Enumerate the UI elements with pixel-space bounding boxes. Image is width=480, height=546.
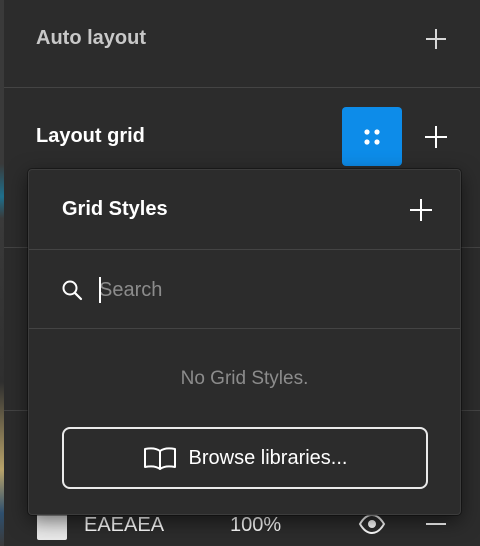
popover-divider: [29, 328, 460, 329]
grid-styles-icon: [364, 128, 380, 145]
design-panel-screenshot: Auto layout Layout grid EAEAEA 100% Grid…: [0, 0, 480, 546]
grid-styles-button[interactable]: [342, 107, 402, 166]
fill-opacity-value[interactable]: 100%: [230, 514, 281, 537]
grid-styles-title: Grid Styles: [62, 198, 168, 220]
eye-icon[interactable]: [358, 513, 386, 535]
create-grid-style-plus-icon[interactable]: [409, 198, 433, 222]
grid-styles-popover: Grid Styles No Grid Styles. Browse libra…: [28, 169, 461, 515]
layout-grid-section: Layout grid: [4, 88, 480, 178]
auto-layout-title: Auto layout: [36, 27, 146, 49]
auto-layout-section: Auto layout: [4, 0, 480, 88]
search-icon: [61, 279, 83, 301]
add-layout-grid-plus-icon[interactable]: [424, 125, 448, 149]
minus-icon[interactable]: [424, 512, 448, 536]
book-icon: [143, 447, 176, 470]
fill-hex-value[interactable]: EAEAEA: [84, 514, 164, 537]
fill-color-swatch[interactable]: [37, 512, 67, 540]
browse-libraries-label: Browse libraries...: [188, 446, 348, 469]
text-caret: [99, 277, 101, 303]
browse-libraries-button[interactable]: Browse libraries...: [62, 427, 428, 489]
add-auto-layout-plus-icon[interactable]: [424, 27, 448, 51]
search-row: [29, 250, 460, 328]
empty-state-message: No Grid Styles.: [180, 368, 309, 389]
search-input[interactable]: [99, 274, 429, 306]
layout-grid-title: Layout grid: [36, 125, 145, 147]
